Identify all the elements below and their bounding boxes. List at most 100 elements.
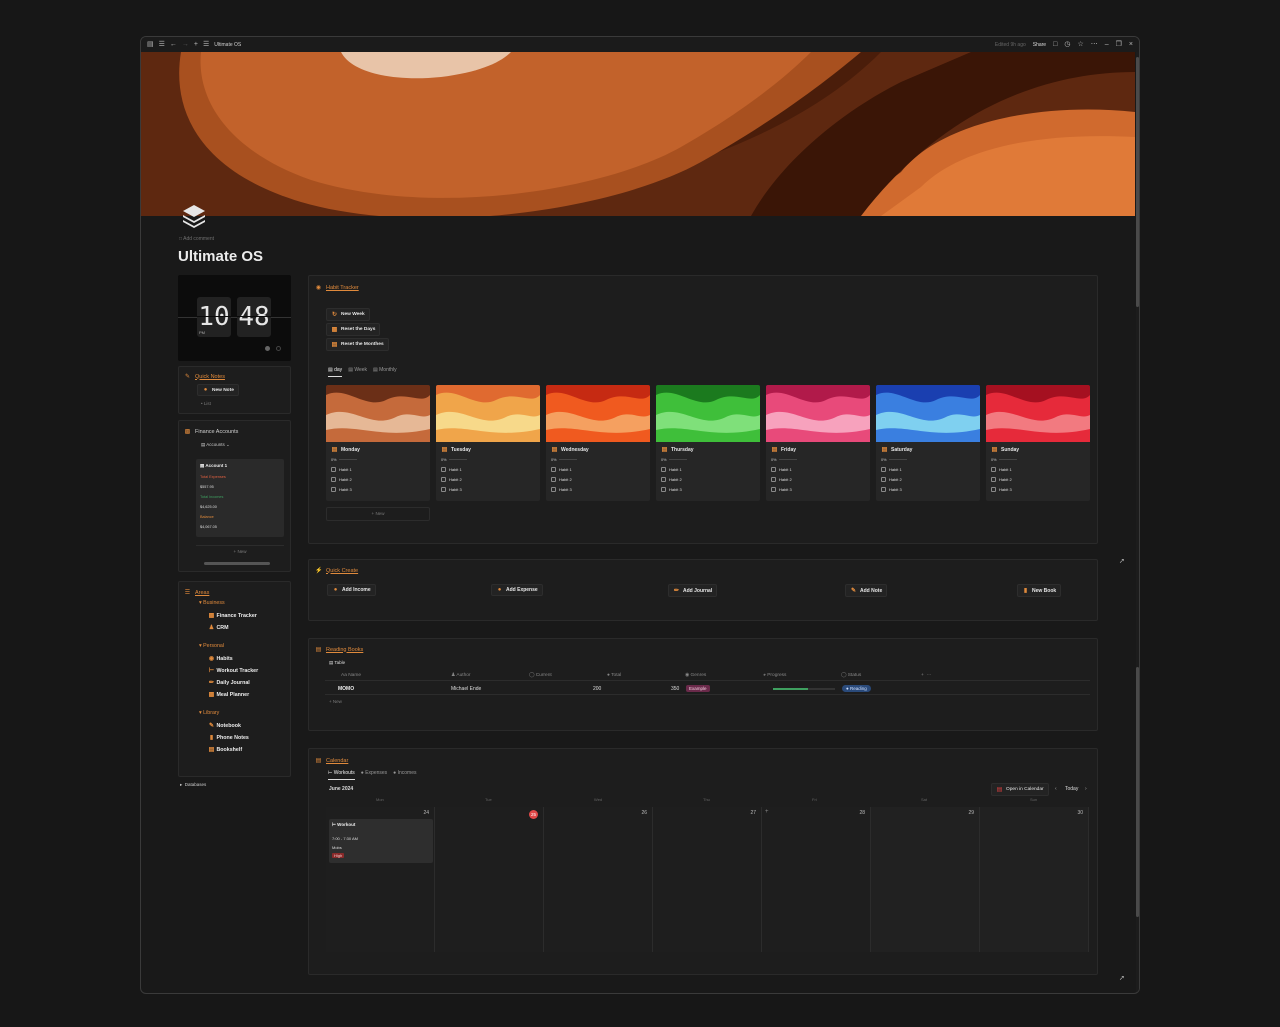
habit-row[interactable]: Habit 1 bbox=[771, 467, 792, 472]
checkbox[interactable] bbox=[551, 487, 556, 492]
favorite-star-icon[interactable]: ☆ bbox=[1077, 41, 1083, 48]
tab-workouts[interactable]: ⊢ Workouts bbox=[328, 770, 355, 780]
habit-row[interactable]: Habit 3 bbox=[881, 487, 902, 492]
menu-icon[interactable]: ☰ bbox=[159, 41, 165, 48]
checkbox[interactable] bbox=[661, 467, 666, 472]
day-card-wednesday[interactable]: ▤ Wednesday 0% Habit 1 Habit 2 Habit 3 bbox=[546, 385, 650, 501]
habit-row[interactable]: Habit 3 bbox=[991, 487, 1012, 492]
habit-row[interactable]: Habit 1 bbox=[551, 467, 572, 472]
add-event-icon[interactable]: + bbox=[765, 809, 769, 815]
habit-row[interactable]: Habit 1 bbox=[661, 467, 682, 472]
habit-row[interactable]: Habit 2 bbox=[551, 477, 572, 482]
today-button[interactable]: Today bbox=[1065, 786, 1078, 792]
col-author[interactable]: ♟ Author bbox=[451, 673, 471, 678]
calendar-day-cell[interactable]: 29 bbox=[871, 807, 980, 952]
close-icon[interactable]: × bbox=[1129, 41, 1133, 48]
checkbox[interactable] bbox=[881, 487, 886, 492]
tree-phone-notes[interactable]: ▮ Phone Notes bbox=[208, 734, 249, 741]
scrollbar-thumb-secondary[interactable] bbox=[1136, 667, 1139, 917]
habit-row[interactable]: Habit 1 bbox=[331, 467, 352, 472]
calendar-prev-icon[interactable]: ‹ bbox=[1055, 786, 1057, 792]
reset-days-button[interactable]: ▩ Reset the Days bbox=[326, 323, 381, 336]
checkbox[interactable] bbox=[551, 467, 556, 472]
page-title[interactable]: Ultimate OS bbox=[178, 248, 263, 265]
new-book-row-button[interactable]: + New bbox=[329, 699, 342, 704]
calendar-next-icon[interactable]: › bbox=[1085, 786, 1087, 792]
habit-row[interactable]: Habit 3 bbox=[331, 487, 352, 492]
add-journal-button[interactable]: ✏ Add Journal bbox=[668, 584, 718, 597]
tree-journal[interactable]: ✏ Daily Journal bbox=[208, 679, 250, 686]
checkbox[interactable] bbox=[441, 487, 446, 492]
quick-notes-list-item[interactable]: • List bbox=[201, 401, 211, 406]
quick-notes-title[interactable]: Quick Notes bbox=[195, 374, 225, 380]
back-icon[interactable]: ← bbox=[170, 41, 177, 48]
habit-row[interactable]: Habit 3 bbox=[441, 487, 462, 492]
tree-business[interactable]: ▾ Business bbox=[199, 600, 225, 606]
habit-row[interactable]: Habit 2 bbox=[771, 477, 792, 482]
add-income-button[interactable]: ● Add Income bbox=[327, 584, 376, 596]
account-card[interactable]: ▤ Account 1 Total Expenses $557.95 Total… bbox=[196, 459, 284, 537]
checkbox[interactable] bbox=[881, 477, 886, 482]
reading-books-title[interactable]: Reading Books bbox=[326, 647, 363, 653]
checkbox[interactable] bbox=[991, 487, 996, 492]
col-name[interactable]: Aa Name bbox=[341, 673, 361, 678]
checkbox[interactable] bbox=[551, 477, 556, 482]
calendar-day-cell[interactable]: 28 + bbox=[762, 807, 871, 952]
reading-view-tab[interactable]: ▤ Table bbox=[329, 660, 345, 666]
sidebar-toggle-icon[interactable]: ▤ bbox=[147, 41, 154, 48]
calendar-day-cell[interactable]: 26 bbox=[544, 807, 653, 952]
checkbox[interactable] bbox=[881, 467, 886, 472]
checkbox[interactable] bbox=[441, 467, 446, 472]
horizontal-scrollbar[interactable] bbox=[204, 562, 270, 565]
workout-event-card[interactable]: ⊢ Workout 7:00 - 7:30 AM Mobs High bbox=[329, 819, 433, 863]
new-week-button[interactable]: ↻ New Week bbox=[326, 308, 370, 321]
expand-icon[interactable]: ➚ bbox=[1119, 557, 1125, 565]
col-total[interactable]: ● Total bbox=[607, 673, 621, 678]
areas-title[interactable]: Areas bbox=[195, 590, 209, 596]
habit-row[interactable]: Habit 1 bbox=[991, 467, 1012, 472]
restore-icon[interactable]: ❐ bbox=[1116, 41, 1122, 48]
checkbox[interactable] bbox=[771, 467, 776, 472]
tab-expenses[interactable]: ● Expenses bbox=[361, 770, 387, 780]
book-current[interactable]: 200 bbox=[593, 686, 601, 692]
day-card-thursday[interactable]: ▤ Thursday 0% Habit 1 Habit 2 Habit 3 bbox=[656, 385, 760, 501]
habit-row[interactable]: Habit 1 bbox=[441, 467, 462, 472]
habit-tracker-title[interactable]: Habit Tracker bbox=[326, 285, 359, 291]
add-expense-button[interactable]: ● Add Expense bbox=[491, 584, 543, 596]
tab-monthly[interactable]: ▤ Monthly bbox=[373, 367, 397, 377]
checkbox[interactable] bbox=[661, 477, 666, 482]
tree-library[interactable]: ▾ Library bbox=[199, 710, 219, 716]
book-author[interactable]: Michael Ende bbox=[451, 686, 481, 692]
layers-icon[interactable] bbox=[181, 203, 207, 229]
scrollbar-thumb[interactable] bbox=[1136, 57, 1139, 307]
checkbox[interactable] bbox=[991, 467, 996, 472]
checkbox[interactable] bbox=[441, 477, 446, 482]
new-book-button[interactable]: ▮ New Book bbox=[1017, 584, 1062, 597]
breadcrumb-title[interactable]: Ultimate OS bbox=[214, 42, 241, 48]
day-card-sunday[interactable]: ▤ Sunday 0% Habit 1 Habit 2 Habit 3 bbox=[986, 385, 1090, 501]
habit-row[interactable]: Habit 2 bbox=[881, 477, 902, 482]
share-button[interactable]: Share bbox=[1033, 42, 1046, 48]
expand-icon-bottom[interactable]: ➚ bbox=[1119, 974, 1125, 982]
tab-week[interactable]: ▤ Week bbox=[348, 367, 367, 377]
checkbox[interactable] bbox=[331, 487, 336, 492]
calendar-day-cell[interactable]: 25 bbox=[435, 807, 544, 952]
new-account-button[interactable]: + New bbox=[196, 545, 284, 554]
priority-tag[interactable]: High bbox=[332, 853, 345, 858]
accounts-view-tab[interactable]: ▤ Accounts ⌄ bbox=[201, 442, 230, 448]
new-day-button[interactable]: + New bbox=[326, 507, 430, 521]
book-name[interactable]: MOMO bbox=[338, 686, 354, 692]
habit-row[interactable]: Habit 3 bbox=[661, 487, 682, 492]
more-icon[interactable]: ⋯ bbox=[1091, 41, 1098, 48]
history-icon[interactable]: ◷ bbox=[1064, 41, 1070, 48]
day-card-tuesday[interactable]: ▤ Tuesday 0% Habit 1 Habit 2 Habit 3 bbox=[436, 385, 540, 501]
col-progress[interactable]: ◕ Progress bbox=[763, 673, 786, 678]
calendar-day-cell[interactable]: 27 bbox=[653, 807, 762, 952]
tree-workout[interactable]: ⊢ Workout Tracker bbox=[208, 667, 258, 674]
day-card-monday[interactable]: ▤ Monday 0% Habit 1 Habit 2 Habit 3 bbox=[326, 385, 430, 501]
checkbox[interactable] bbox=[771, 477, 776, 482]
checkbox[interactable] bbox=[331, 477, 336, 482]
habit-row[interactable]: Habit 2 bbox=[441, 477, 462, 482]
tree-habits[interactable]: ◉ Habits bbox=[208, 655, 233, 662]
calendar-day-cell[interactable]: 24 ⊢ Workout 7:00 - 7:30 AM Mobs High bbox=[326, 807, 435, 952]
